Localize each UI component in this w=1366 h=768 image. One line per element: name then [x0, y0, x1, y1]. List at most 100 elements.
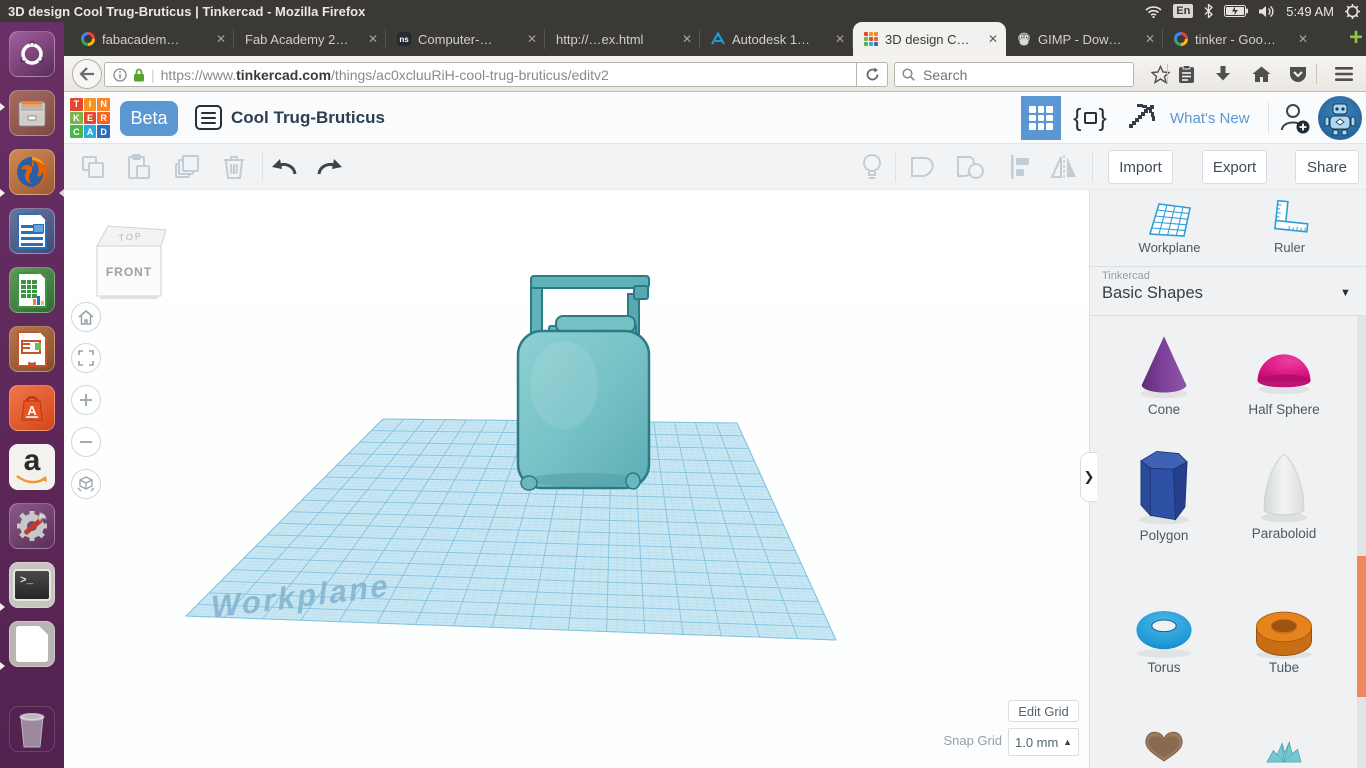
shape-star-partial[interactable] — [1224, 735, 1344, 768]
tab-gimp[interactable]: GIMP - Dow… ✕ — [1006, 22, 1163, 56]
design-menu-icon[interactable] — [195, 105, 222, 130]
zoom-in-button[interactable] — [71, 385, 101, 415]
session-gear-icon[interactable] — [1345, 3, 1360, 19]
add-user-button[interactable] — [1276, 100, 1314, 136]
import-button[interactable]: Import — [1108, 150, 1173, 184]
back-button[interactable] — [72, 59, 102, 89]
tab-computer[interactable]: ns Computer-… ✕ — [386, 22, 545, 56]
volume-icon[interactable] — [1259, 5, 1275, 18]
doc-favicon: ns — [397, 32, 411, 46]
secure-lock-icon[interactable] — [133, 68, 145, 82]
beta-badge[interactable]: Beta — [120, 101, 178, 136]
launcher-item-terminal[interactable]: >_ — [9, 562, 55, 608]
shape-half-sphere[interactable]: Half Sphere — [1224, 330, 1344, 417]
fit-view-button[interactable] — [71, 343, 101, 373]
tab-close-icon[interactable]: ✕ — [368, 32, 378, 46]
shape-tube[interactable]: Tube — [1224, 598, 1344, 675]
search-input[interactable] — [921, 65, 1105, 84]
tab-close-icon[interactable]: ✕ — [1145, 32, 1155, 46]
tab-tinker-google[interactable]: tinker - Goo… ✕ — [1163, 22, 1316, 56]
paste-button[interactable] — [124, 152, 154, 182]
caret-down-icon[interactable]: ▼ — [1340, 287, 1351, 299]
view-home-button[interactable] — [71, 302, 101, 332]
library-selector[interactable]: Basic Shapes — [1102, 284, 1203, 303]
tab-close-icon[interactable]: ✕ — [682, 32, 692, 46]
tab-close-icon[interactable]: ✕ — [527, 32, 537, 46]
launcher-item-calc[interactable] — [9, 267, 55, 313]
undo-button[interactable] — [269, 152, 299, 182]
shape-heart-partial[interactable] — [1104, 722, 1224, 768]
reload-button[interactable] — [856, 62, 888, 87]
tab-fabacademy[interactable]: fabacadem… ✕ — [70, 22, 234, 56]
ruler-tool[interactable]: Ruler — [1252, 200, 1327, 255]
launcher-item-ubuntu-software[interactable]: A — [9, 385, 55, 431]
launcher-item-settings[interactable] — [9, 503, 55, 549]
search-bar[interactable] — [894, 62, 1134, 87]
viewport-3d[interactable]: Workplane TOP FRONT Edit Grid Snap Grid … — [64, 190, 1089, 768]
keyboard-layout-indicator[interactable]: En — [1173, 4, 1194, 18]
codeblocks-button[interactable]: {} — [1068, 92, 1112, 144]
launcher-item-impress[interactable] — [9, 326, 55, 372]
model-suitcase[interactable] — [516, 275, 651, 491]
lightbulb-icon — [863, 154, 881, 179]
shape-paraboloid[interactable]: Paraboloid — [1224, 448, 1344, 541]
ungroup-button[interactable] — [955, 152, 985, 182]
battery-icon[interactable] — [1224, 5, 1249, 17]
divider — [1090, 266, 1366, 267]
shape-polygon[interactable]: Polygon — [1104, 442, 1224, 543]
tab-autodesk[interactable]: Autodesk 1… ✕ — [700, 22, 853, 56]
group-button[interactable] — [907, 152, 937, 182]
downloads-button[interactable] — [1209, 59, 1237, 89]
page-info-icon[interactable] — [113, 67, 127, 82]
share-button[interactable]: Share — [1295, 150, 1359, 184]
shape-torus[interactable]: Torus — [1104, 598, 1224, 675]
zoom-out-button[interactable] — [71, 427, 101, 457]
wifi-icon[interactable] — [1145, 5, 1162, 18]
align-button[interactable] — [1005, 152, 1035, 182]
tab-close-icon[interactable]: ✕ — [1298, 32, 1308, 46]
panel-collapse-button[interactable]: ❯ — [1080, 452, 1097, 502]
clock[interactable]: 5:49 AM — [1286, 4, 1334, 19]
tinkercad-logo[interactable]: TIN KER CAD — [70, 98, 110, 138]
panel-scrollbar-track[interactable] — [1357, 316, 1366, 768]
redo-button[interactable] — [315, 152, 345, 182]
home-button[interactable] — [1247, 59, 1275, 89]
export-button[interactable]: Export — [1202, 150, 1267, 184]
tab-close-icon[interactable]: ✕ — [835, 32, 845, 46]
tab-fab-academy-2[interactable]: Fab Academy 2… ✕ — [234, 22, 386, 56]
edit-grid-button[interactable]: Edit Grid — [1008, 700, 1079, 722]
view-cube[interactable]: TOP FRONT — [96, 225, 167, 299]
minecraft-button[interactable] — [1118, 100, 1164, 136]
duplicate-button[interactable] — [172, 152, 202, 182]
launcher-item-writer[interactable] — [9, 208, 55, 254]
dashboard-grid-button[interactable] — [1021, 96, 1061, 140]
launcher-item-files[interactable] — [9, 90, 55, 136]
menu-button[interactable] — [1330, 59, 1358, 89]
whats-new-link[interactable]: What's New — [1170, 92, 1250, 144]
tab-close-icon[interactable]: ✕ — [216, 32, 226, 46]
launcher-item-amazon[interactable]: a — [9, 444, 55, 490]
launcher-item-trash[interactable] — [9, 706, 55, 752]
delete-button[interactable] — [219, 152, 249, 182]
bluetooth-icon[interactable] — [1204, 4, 1214, 18]
new-tab-button[interactable]: + — [1345, 26, 1366, 50]
perspective-toggle-button[interactable] — [71, 469, 101, 499]
show-all-button[interactable] — [857, 152, 887, 182]
tab-close-icon[interactable]: ✕ — [988, 32, 998, 46]
bookmark-star-button[interactable] — [1146, 59, 1174, 89]
panel-scrollbar-thumb[interactable] — [1357, 556, 1366, 697]
workplane-tool[interactable]: Workplane — [1132, 200, 1207, 255]
user-avatar[interactable] — [1318, 96, 1362, 140]
launcher-item-dash[interactable] — [9, 31, 55, 77]
launcher-item-firefox[interactable] — [9, 149, 55, 195]
url-bar[interactable]: | https://www.tinkercad.com/things/ac0xc… — [104, 62, 856, 87]
pocket-button[interactable] — [1284, 59, 1312, 89]
mirror-button[interactable] — [1049, 152, 1079, 182]
shape-cone[interactable]: Cone — [1104, 330, 1224, 417]
launcher-item-libreoffice[interactable] — [9, 621, 55, 667]
snap-grid-dropdown[interactable]: 1.0 mm ▲ — [1008, 728, 1079, 756]
bookmarks-menu-button[interactable] — [1172, 59, 1200, 89]
copy-button[interactable] — [78, 152, 108, 182]
tab-ex-html[interactable]: http://…ex.html ✕ — [545, 22, 700, 56]
tab-3d-design-active[interactable]: 3D design C… ✕ — [853, 22, 1006, 56]
